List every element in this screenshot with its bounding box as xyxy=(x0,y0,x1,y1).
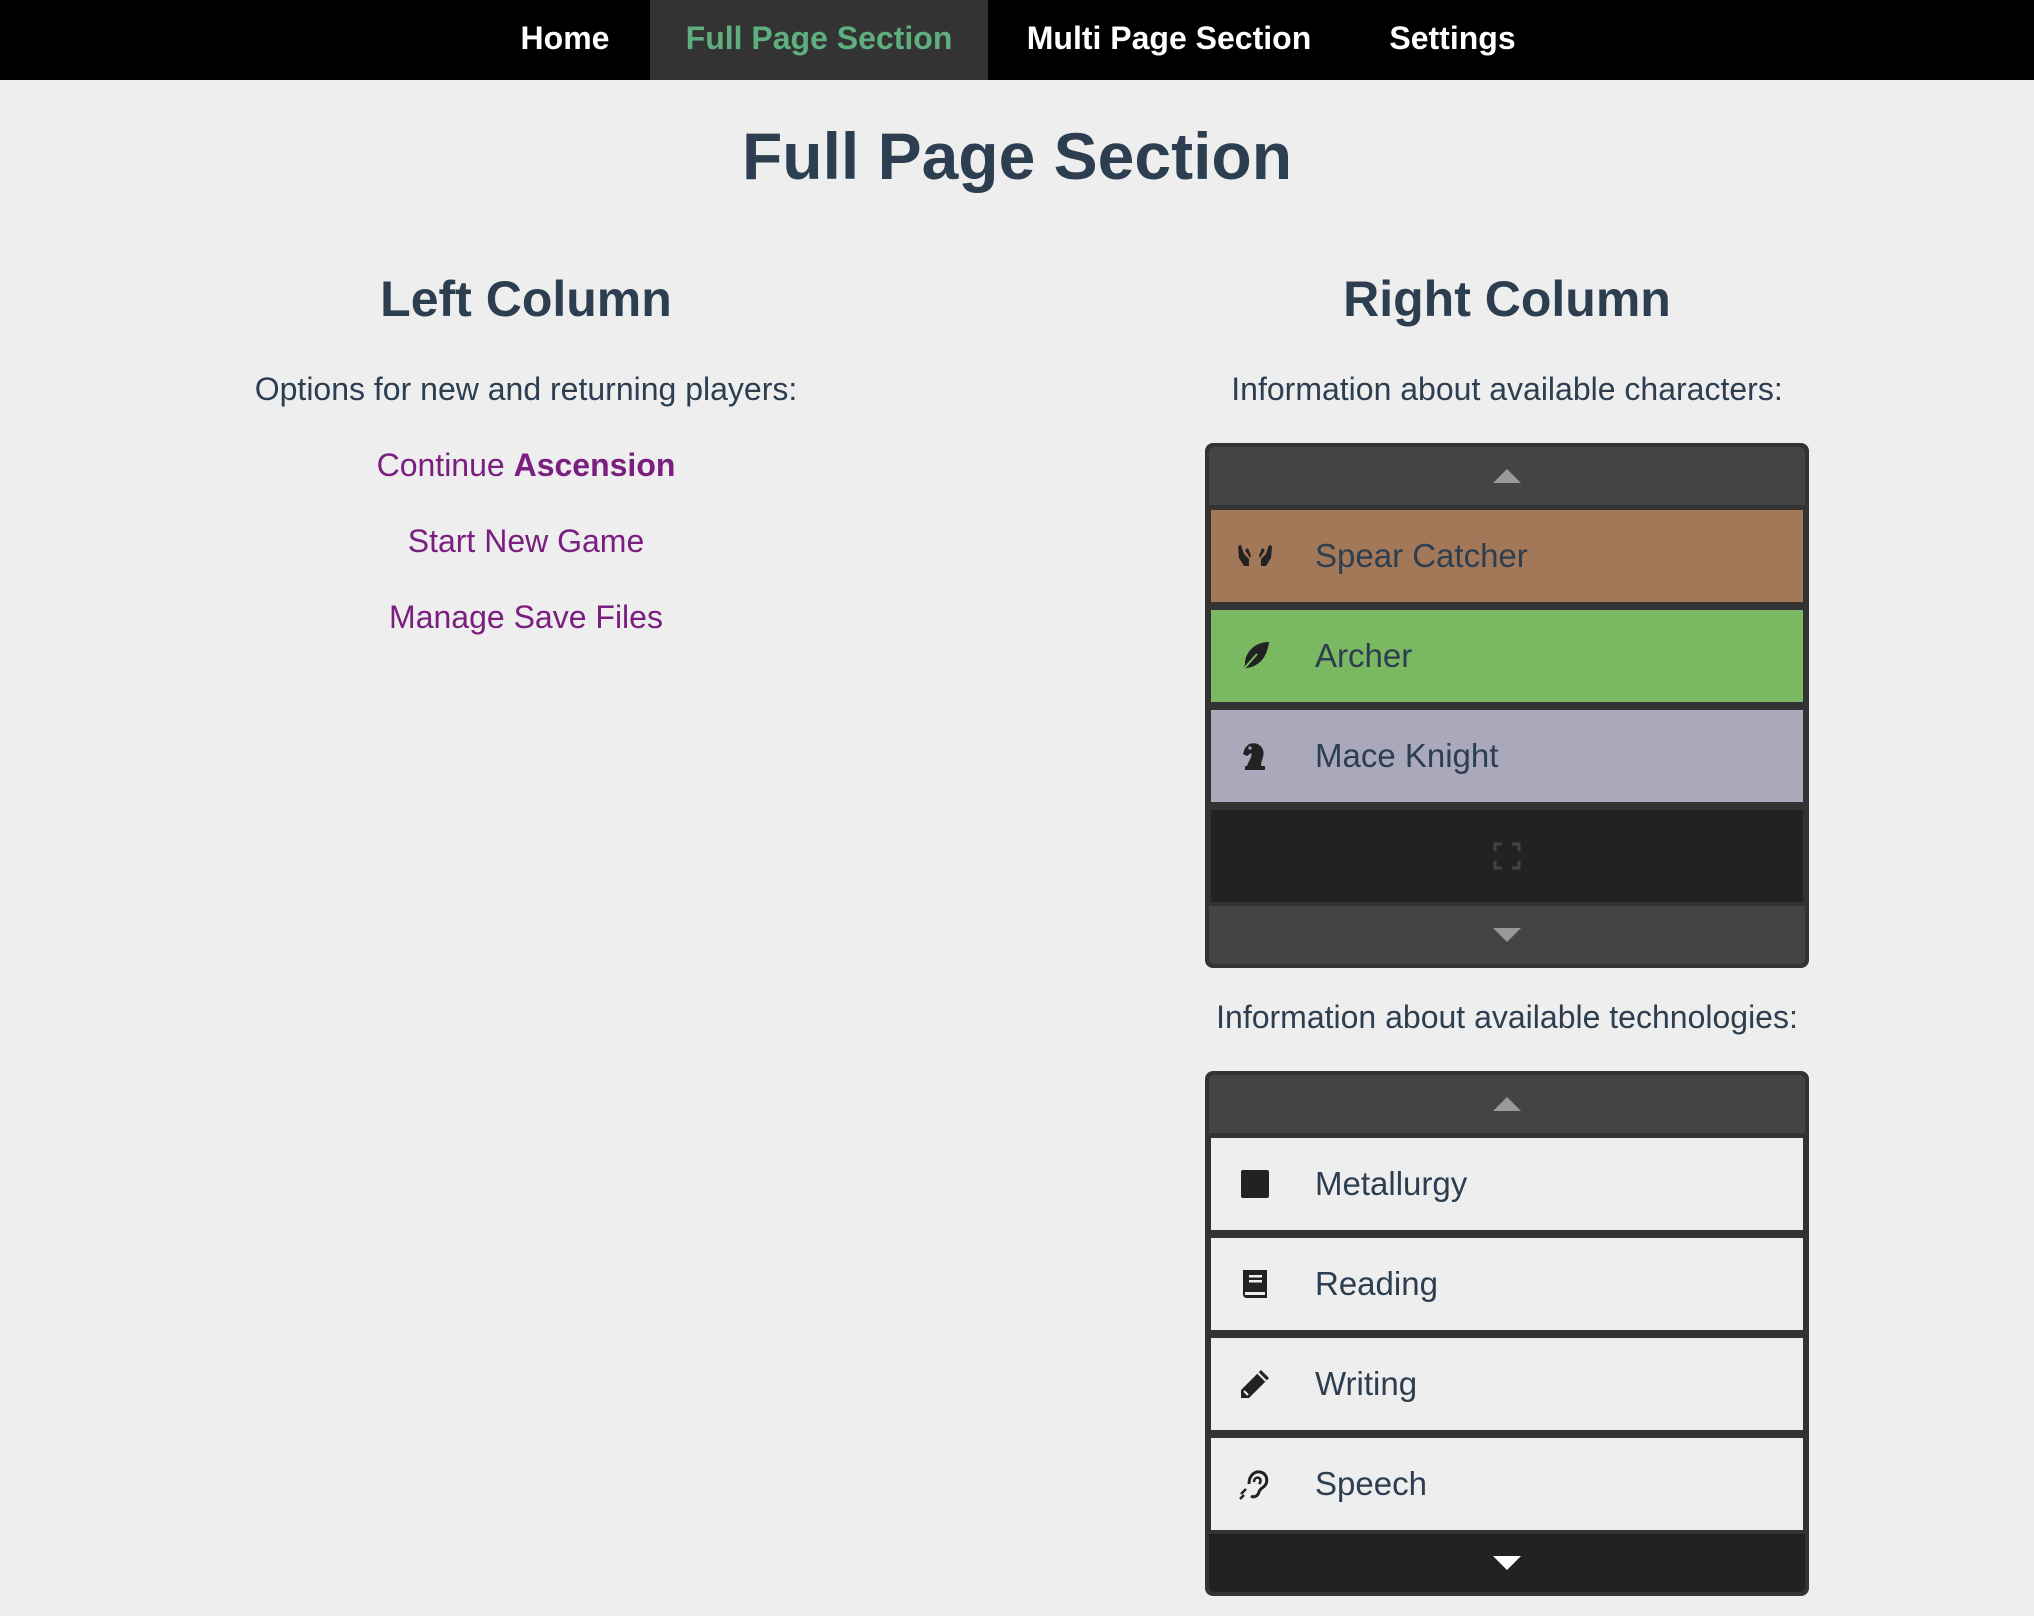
technology-name: Metallurgy xyxy=(1315,1165,1468,1202)
character-row-mace-knight[interactable]: Mace Knight xyxy=(1211,710,1803,802)
technologies-scroll-up-button[interactable] xyxy=(1209,1075,1805,1133)
technologies-list: Metallurgy Reading Writing Speech xyxy=(1205,1071,1809,1596)
expand-frame-icon xyxy=(1493,842,1521,870)
pencil-icon xyxy=(1241,1370,1269,1398)
technologies-caption: Information about available technologies… xyxy=(1216,999,1798,1035)
top-nav-bar: Home Full Page Section Multi Page Sectio… xyxy=(0,0,2034,80)
hands-icon xyxy=(1238,545,1272,566)
character-name: Mace Knight xyxy=(1315,737,1499,774)
character-row-spear-catcher[interactable]: Spear Catcher xyxy=(1211,510,1803,602)
left-column-subtitle: Options for new and returning players: xyxy=(254,371,798,407)
nav-multi-page-section[interactable]: Multi Page Section xyxy=(988,0,1350,80)
page-title: Full Page Section xyxy=(741,119,1293,193)
nav-home[interactable]: Home xyxy=(480,0,650,80)
left-column-title: Left Column xyxy=(380,271,672,327)
nav-settings[interactable]: Settings xyxy=(1350,0,1555,80)
technology-row-speech[interactable]: Speech xyxy=(1211,1438,1803,1530)
character-name: Spear Catcher xyxy=(1315,537,1528,574)
caret-up-icon xyxy=(1493,469,1521,483)
technology-name: Speech xyxy=(1315,1465,1427,1502)
technology-name: Writing xyxy=(1315,1365,1418,1402)
square-icon xyxy=(1241,1170,1269,1198)
character-name: Archer xyxy=(1315,637,1413,674)
listening-ear-icon xyxy=(1239,1470,1269,1500)
characters-caption: Information about available characters: xyxy=(1231,371,1783,407)
continue-link-prefix: Continue xyxy=(376,447,505,483)
caret-up-icon xyxy=(1493,1097,1521,1111)
empty-character-slot[interactable] xyxy=(1211,810,1803,902)
right-column-title: Right Column xyxy=(1343,271,1671,327)
technology-row-reading[interactable]: Reading xyxy=(1211,1238,1803,1330)
continue-game-link[interactable]: Continue Ascension xyxy=(0,447,1052,484)
nav-full-page-section[interactable]: Full Page Section xyxy=(650,0,988,80)
characters-scroll-down-button[interactable] xyxy=(1209,906,1805,964)
book-icon xyxy=(1243,1270,1267,1298)
feather-icon xyxy=(1240,642,1269,673)
manage-save-files-link[interactable]: Manage Save Files xyxy=(0,599,1052,636)
technology-row-writing[interactable]: Writing xyxy=(1211,1338,1803,1430)
character-row-archer[interactable]: Archer xyxy=(1211,610,1803,702)
start-new-game-link[interactable]: Start New Game xyxy=(0,523,1052,560)
chess-knight-icon xyxy=(1243,743,1265,770)
technologies-scroll-down-button[interactable] xyxy=(1209,1534,1805,1592)
characters-scroll-up-button[interactable] xyxy=(1209,447,1805,505)
characters-list: Spear Catcher Archer Mace Knight xyxy=(1205,443,1809,968)
technology-name: Reading xyxy=(1315,1265,1438,1302)
caret-down-icon xyxy=(1493,928,1521,942)
continue-save-name: Ascension xyxy=(513,447,676,483)
caret-down-icon xyxy=(1493,1556,1521,1570)
technology-row-metallurgy[interactable]: Metallurgy xyxy=(1211,1138,1803,1230)
